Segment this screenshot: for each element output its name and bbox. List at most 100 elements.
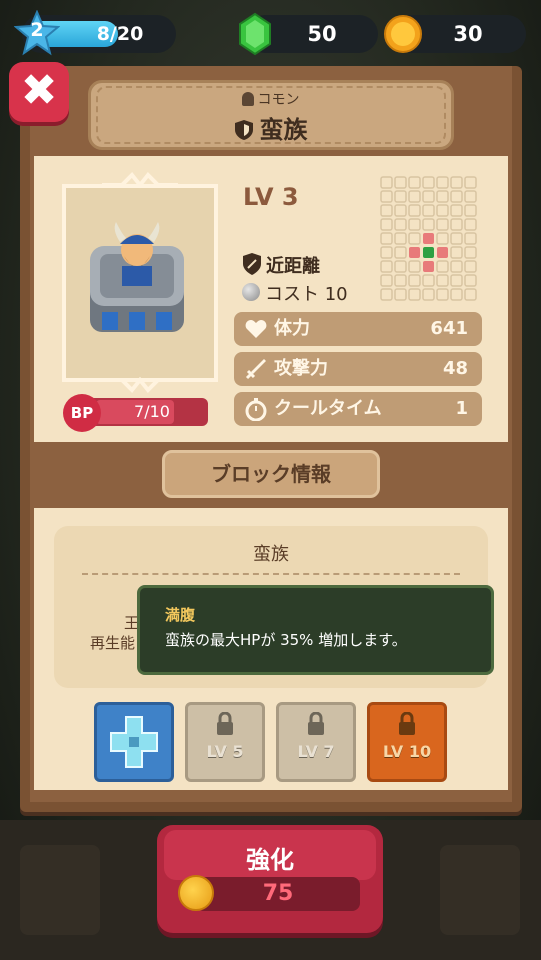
block-name: 蛮族 [253,544,289,565]
skill-level-label: LV 5 [206,742,244,761]
range-cell [394,190,407,203]
range-cell [450,288,463,301]
coin-icon [384,15,422,53]
range-cell [408,218,421,231]
range-label: 近距離 [266,256,320,277]
range-cell [436,288,449,301]
range-cell [422,204,435,217]
range-cell [394,274,407,287]
frame-ornament-bottom [102,376,178,393]
gem-count: 50 [307,22,337,46]
range-cell [464,190,477,203]
range-cell [464,274,477,287]
range-cell [423,261,434,272]
stat-value: 641 [430,318,468,339]
rarity-text: コモン [257,92,300,108]
stat-label: クールタイム [274,398,382,419]
range-cell [464,232,477,245]
range-cell [422,190,435,203]
range-cell [450,260,463,273]
range-cell [380,232,393,245]
tooltip-title: 満腹 [165,606,196,624]
attack-range-grid [380,176,477,301]
close-icon[interactable]: ✖ [9,62,69,122]
range-cell [436,232,449,245]
block-desc-partial: 再生能 [90,634,136,652]
divider [82,573,460,575]
range-cell [394,176,407,189]
gem-icon [239,12,271,56]
range-cell [464,260,477,273]
range-cell [380,190,393,203]
range-cell [394,232,407,245]
range-cell [380,260,393,273]
range-cell [394,218,407,231]
range-cell [408,176,421,189]
stat-value: 1 [455,398,468,419]
range-cell [436,260,449,273]
range-cell [437,247,448,258]
player-level: 2 [30,19,44,41]
upgrade-price[interactable]: 75 [196,877,360,911]
range-cell [450,218,463,231]
stat-label: 攻撃力 [274,358,328,379]
range-cell [408,232,421,245]
range-cell [464,288,477,301]
range-cell [394,288,407,301]
range-cell [394,260,407,273]
range-cell [380,274,393,287]
lock-icon [308,712,324,735]
tooltip-text: 蛮族の最大HPが 35% 増加します。 [165,631,407,649]
range-cell [436,204,449,217]
heart-icon [245,320,267,338]
range-cell [436,274,449,287]
background-tile [20,845,100,935]
range-cell [464,218,477,231]
pawn-icon [241,92,254,106]
range-cell [380,204,393,217]
lock-icon [217,712,233,735]
unit-name: 蛮族 [259,116,308,144]
range-cell [380,288,393,301]
range-cell [408,274,421,287]
cost-label: コスト 10 [265,284,348,305]
plus-cross-icon [110,716,158,768]
tab-block-info-label[interactable]: ブロック情報 [162,450,380,498]
range-cell [450,204,463,217]
range-cell [464,246,477,259]
shield-icon [234,120,253,140]
range-cell [408,288,421,301]
range-cell [450,190,463,203]
range-cell [408,204,421,217]
range-cell [422,218,435,231]
skill-level-label: LV 7 [297,742,335,761]
range-cell [380,246,393,259]
silver-coin-icon [242,283,260,301]
range-cell [422,288,435,301]
stat-value: 48 [442,358,468,379]
range-cell [394,246,407,259]
range-cell [450,176,463,189]
range-cell [409,247,420,258]
range-cell [464,204,477,217]
range-cell [450,246,463,259]
bp-badge: BP [63,394,101,432]
range-cell [394,204,407,217]
range-cell [408,260,421,273]
coin-count: 30 [453,22,483,46]
xp-text: 8/20 [96,23,144,45]
range-cell [408,190,421,203]
rarity-label: コモン [0,89,541,109]
barbarian-tower-icon [90,222,184,332]
range-cell [380,218,393,231]
stopwatch-icon [245,398,267,421]
frame-ornament-top [102,172,178,189]
upgrade-label[interactable]: 強化 [157,840,383,875]
range-cell [380,176,393,189]
range-cell [464,176,477,189]
lock-icon [399,712,415,735]
range-cell [422,176,435,189]
range-cell [422,274,435,287]
unit-title: 蛮族 [0,110,541,145]
range-cell [423,233,434,244]
